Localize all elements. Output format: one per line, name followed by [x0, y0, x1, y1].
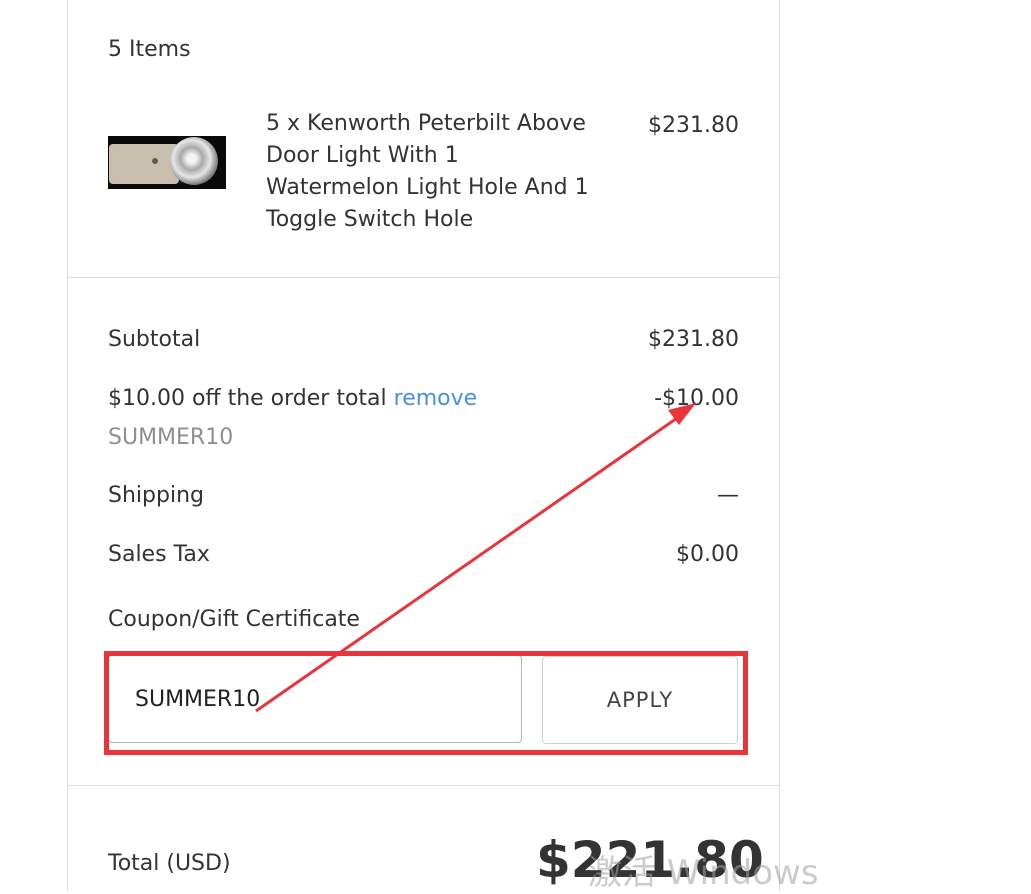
sales-tax-label: Sales Tax [108, 542, 210, 567]
remove-discount-link[interactable]: remove [394, 386, 478, 411]
coupon-label: Coupon/Gift Certificate [108, 607, 360, 632]
product-price: $231.80 [648, 113, 739, 138]
sales-tax-value: $0.00 [676, 542, 739, 567]
items-count: 5 Items [108, 37, 191, 62]
product-thumbnail [108, 136, 226, 189]
coupon-input[interactable] [108, 655, 522, 743]
product-title: 5 x Kenworth Peterbilt Above Door Light … [266, 111, 589, 232]
divider [68, 277, 779, 278]
discount-value: -$10.00 [654, 386, 739, 411]
windows-activation-watermark: 激活 Windows [588, 853, 819, 893]
subtotal-value: $231.80 [648, 327, 739, 352]
discount-label: $10.00 off the order total [108, 386, 387, 411]
order-summary-panel: 5 Items 5 x Kenworth Peterbilt Above Doo… [67, 0, 780, 891]
total-label: Total (USD) [108, 851, 231, 876]
divider [68, 785, 779, 786]
shipping-value: — [717, 483, 739, 508]
discount-code: SUMMER10 [108, 425, 234, 450]
shipping-label: Shipping [108, 483, 204, 508]
discount-line: $10.00 off the order total remove [108, 386, 477, 412]
subtotal-label: Subtotal [108, 327, 201, 352]
apply-coupon-button[interactable]: APPLY [542, 656, 738, 744]
